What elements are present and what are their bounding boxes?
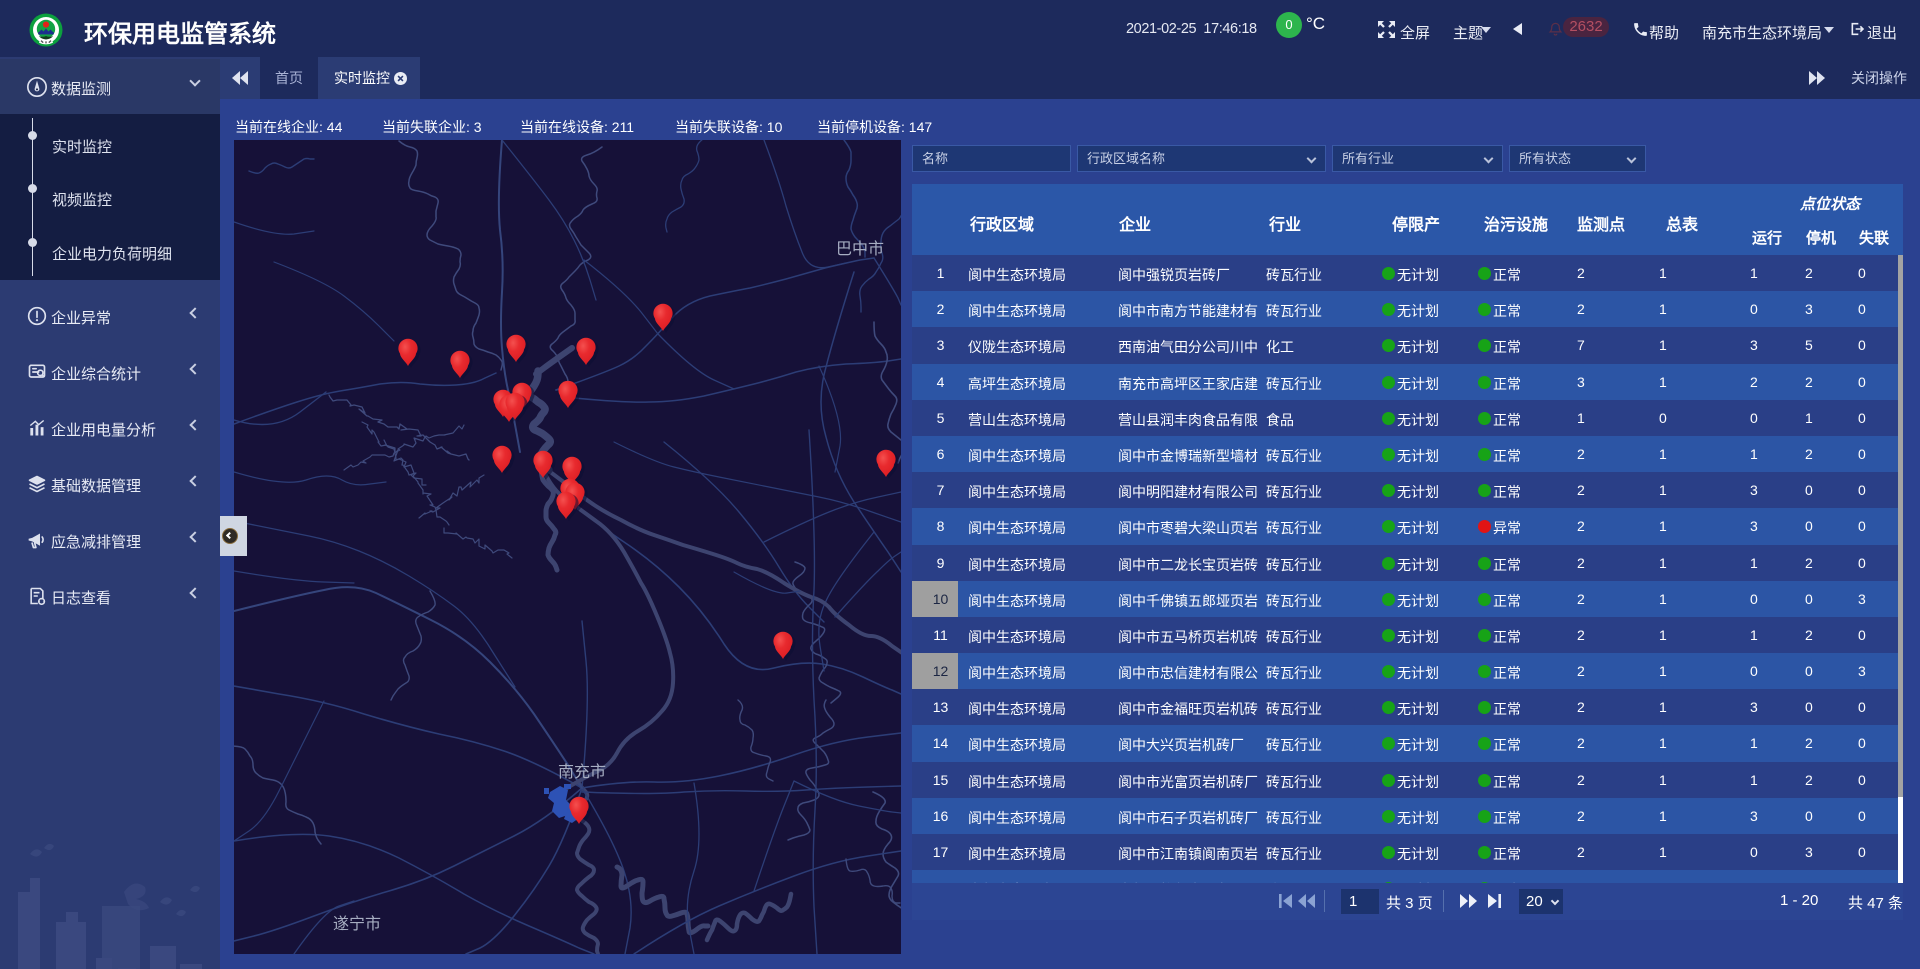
svg-text:南充市: 南充市 — [558, 763, 606, 781]
svg-text:巴中市: 巴中市 — [836, 240, 884, 258]
svg-text:遂宁市: 遂宁市 — [333, 915, 381, 933]
